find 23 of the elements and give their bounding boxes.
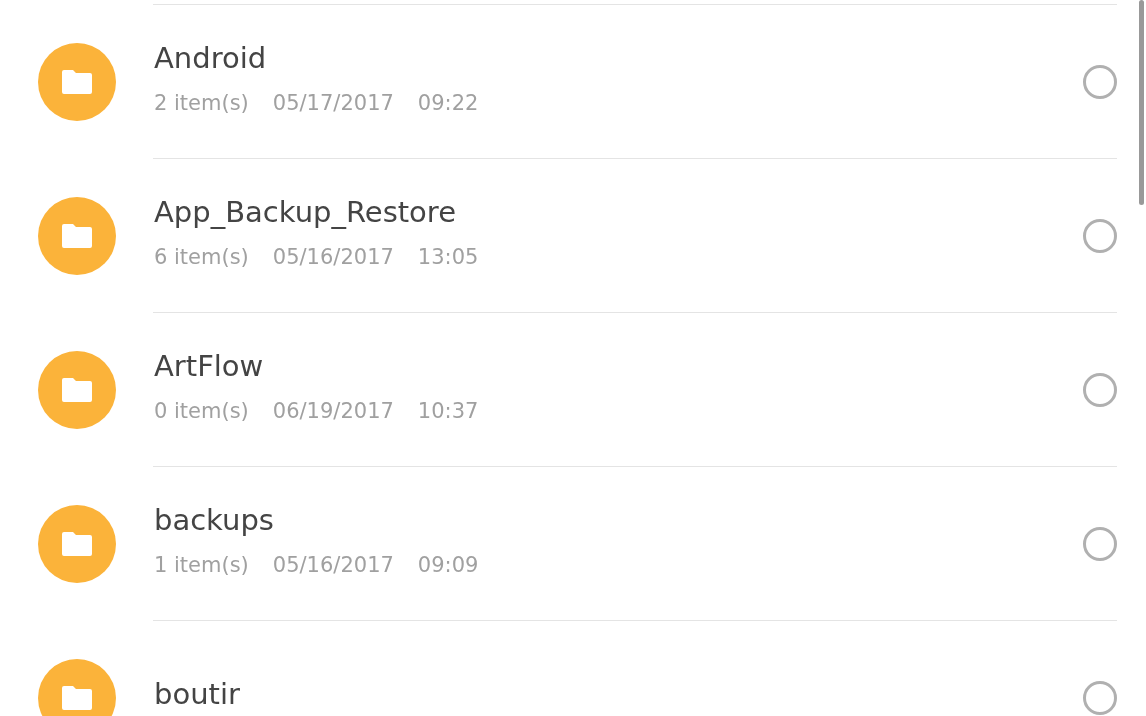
item-count: 1 item(s) <box>154 552 249 577</box>
modified-time: 09:09 <box>417 552 479 577</box>
folder-name: App_Backup_Restore <box>154 194 457 229</box>
item-count: 2 item(s) <box>154 90 249 115</box>
select-radio[interactable] <box>1083 64 1117 99</box>
select-radio[interactable] <box>1083 218 1117 253</box>
modified-date: 05/16/2017 <box>272 552 394 577</box>
modified-time: 09:22 <box>417 90 479 115</box>
item-count: 6 item(s) <box>154 244 249 269</box>
folder-name: backups <box>154 502 275 537</box>
select-radio[interactable] <box>1083 372 1117 407</box>
folder-name: Android <box>154 40 268 75</box>
folder-name: boutir <box>154 676 241 711</box>
scrollbar[interactable] <box>1139 0 1144 205</box>
modified-date: 06/19/2017 <box>272 398 394 423</box>
modified-time: 10:37 <box>417 398 479 423</box>
item-count: 0 item(s) <box>154 398 249 423</box>
select-radio[interactable] <box>1083 526 1117 561</box>
modified-date: 05/16/2017 <box>272 244 394 269</box>
select-radio[interactable] <box>1083 680 1117 715</box>
modified-time: 13:05 <box>417 244 479 269</box>
folder-name: ArtFlow <box>154 348 265 383</box>
modified-date: 05/17/2017 <box>272 90 394 115</box>
